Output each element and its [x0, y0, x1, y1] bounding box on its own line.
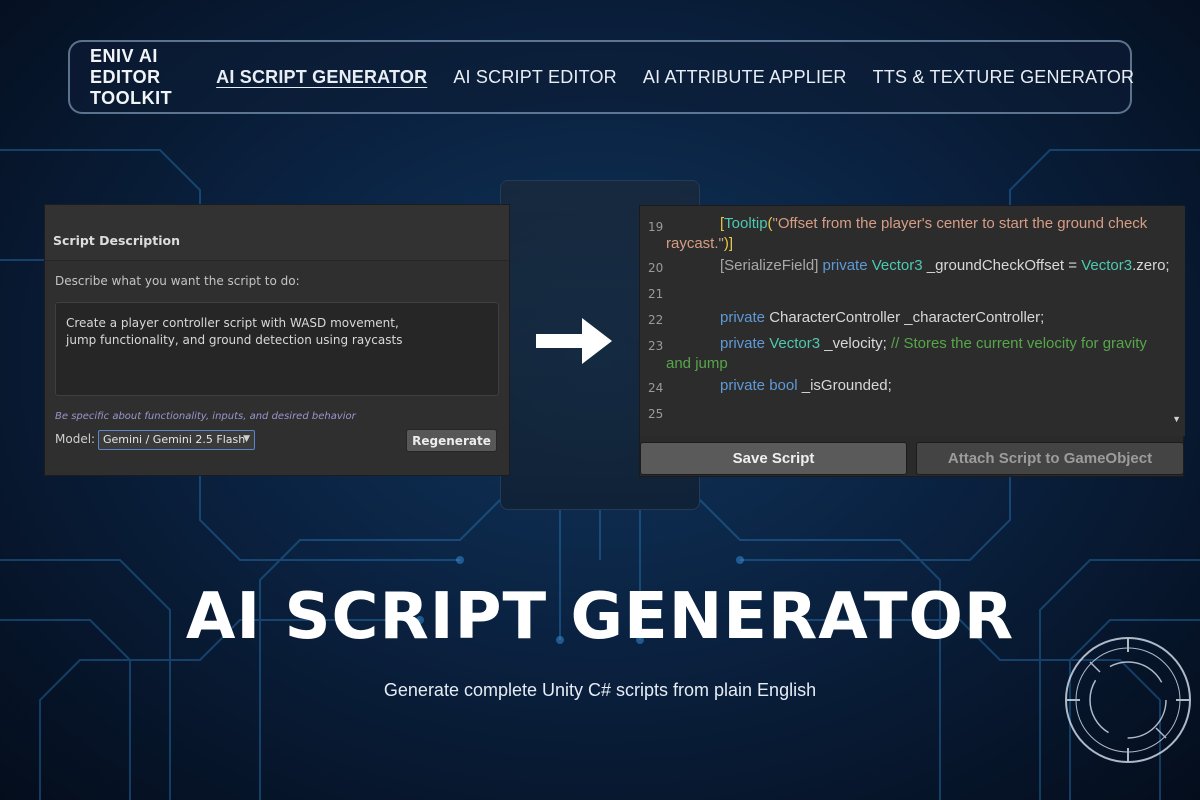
code-text: CharacterController _characterController… — [769, 309, 1045, 326]
code-type: Vector3 — [769, 335, 821, 352]
circular-hud-icon — [1065, 637, 1191, 763]
hero-subtitle: Generate complete Unity C# scripts from … — [383, 680, 817, 700]
code-bracket: )] — [723, 235, 734, 252]
code-text: _velocity; — [824, 335, 887, 352]
code-line-23: private Vector3 _velocity; // Stores the… — [720, 335, 1147, 352]
code-line-24: private bool _isGrounded; — [720, 377, 892, 394]
panel-title: Script Description — [45, 205, 509, 261]
code-type: Vector3 — [871, 257, 923, 274]
nav-link-ai-script-generator[interactable]: AI SCRIPT GENERATOR — [216, 67, 427, 88]
top-navigation: ENIV AI EDITOR TOOLKIT AI SCRIPT GENERAT… — [68, 40, 1135, 114]
hero-title: AI SCRIPT GENERATOR — [185, 580, 1015, 654]
code-line-19-wrap: raycast.")] — [666, 235, 733, 252]
code-editor[interactable]: 19 [Tooltip("Offset from the player's ce… — [640, 206, 1185, 436]
code-string: raycast." — [666, 235, 724, 252]
code-attribute: Tooltip — [724, 215, 768, 232]
code-line-19: [Tooltip("Offset from the player's cente… — [720, 215, 1147, 232]
line-number: 19 — [648, 220, 664, 234]
code-type: Vector3 — [1081, 257, 1133, 274]
script-description-textarea[interactable]: Create a player controller script with W… — [55, 302, 499, 396]
save-script-button[interactable]: Save Script — [640, 442, 907, 475]
nav-link-ai-script-editor[interactable]: AI SCRIPT EDITOR — [453, 67, 617, 88]
code-text: _groundCheckOffset = — [926, 257, 1078, 274]
code-attribute: [SerializeField] — [720, 257, 819, 274]
nav-link-ai-attribute-applier[interactable]: AI ATTRIBUTE APPLIER — [643, 67, 847, 88]
line-number: 21 — [648, 287, 664, 301]
model-selected-value: Gemini / Gemini 2.5 Flash — [103, 433, 246, 446]
attach-script-button[interactable]: Attach Script to GameObject — [916, 442, 1184, 475]
code-keyword: private bool — [720, 377, 798, 394]
script-description-panel: Script Description Describe what you wan… — [44, 204, 510, 476]
code-keyword: private — [720, 309, 766, 326]
code-line-22: private CharacterController _characterCo… — [720, 309, 1044, 326]
regenerate-button[interactable]: Regenerate — [406, 429, 497, 452]
model-dropdown[interactable]: Gemini / Gemini 2.5 Flash ▼ — [98, 430, 255, 450]
brand-title: ENIV AI EDITOR TOOLKIT — [90, 45, 173, 108]
code-text: .zero; — [1132, 257, 1170, 274]
code-string: "Offset from the player's center to star… — [772, 215, 1148, 232]
line-number: 24 — [648, 381, 664, 395]
model-label: Model: — [55, 432, 96, 446]
line-number: 25 — [648, 407, 664, 421]
nav-link-tts-texture-generator[interactable]: TTS & TEXTURE GENERATOR — [873, 67, 1135, 88]
right-arrow-icon — [536, 318, 612, 364]
line-number: 20 — [648, 261, 664, 275]
scroll-caret-icon[interactable]: ▼ — [1172, 414, 1181, 424]
dropdown-caret-icon: ▼ — [243, 434, 250, 444]
code-comment: and jump — [666, 355, 728, 372]
line-number: 23 — [648, 339, 664, 353]
code-preview-panel: 19 [Tooltip("Offset from the player's ce… — [639, 205, 1185, 477]
code-keyword: private — [822, 257, 868, 274]
instruction-label: Describe what you want the script to do: — [55, 274, 300, 288]
code-keyword: private — [720, 335, 766, 352]
code-comment: // Stores the current velocity for gravi… — [890, 335, 1147, 352]
code-line-20: [SerializeField] private Vector3 _ground… — [720, 257, 1170, 274]
code-text: _isGrounded; — [801, 377, 892, 394]
hint-text: Be specific about functionality, inputs,… — [55, 411, 356, 422]
line-number: 22 — [648, 313, 664, 327]
